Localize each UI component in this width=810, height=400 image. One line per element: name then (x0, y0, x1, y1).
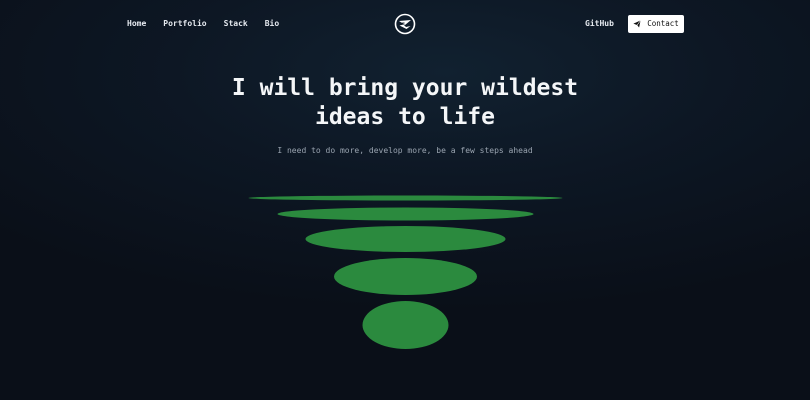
funnel-ring-5 (362, 301, 449, 349)
green-funnel-illustration (248, 195, 563, 349)
funnel-ring-3 (305, 226, 506, 252)
funnel-ring-2 (277, 207, 534, 221)
funnel-ring-4 (334, 258, 477, 295)
funnel-ring-1 (248, 195, 563, 201)
